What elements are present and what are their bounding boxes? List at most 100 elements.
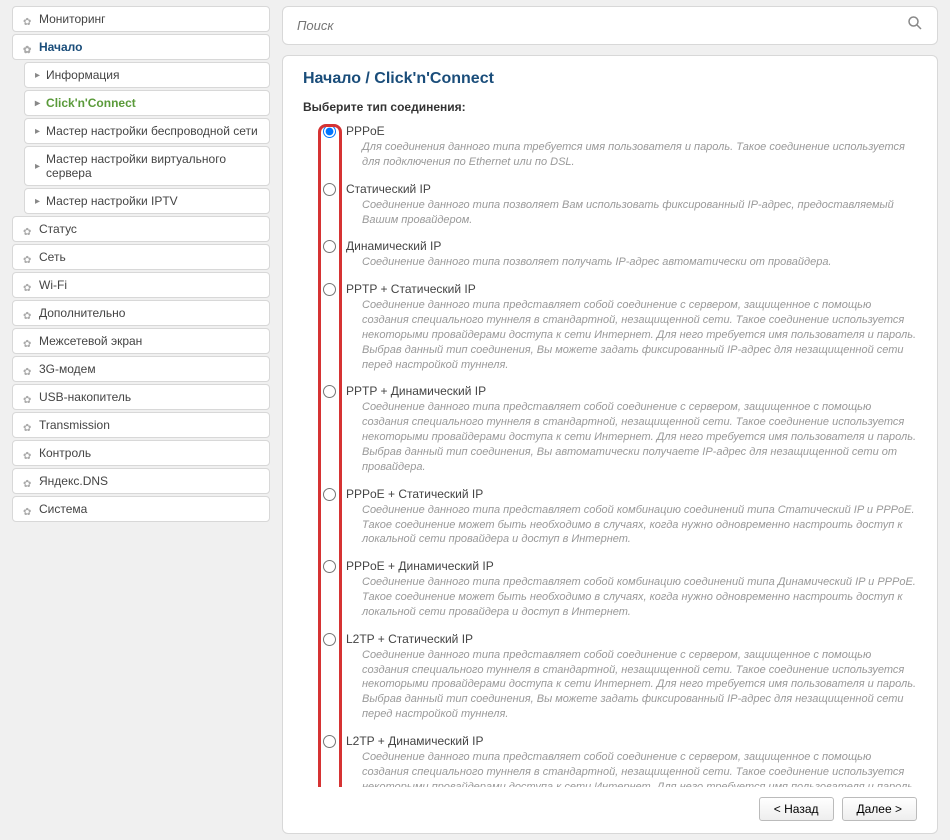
connection-radio[interactable] bbox=[323, 735, 336, 748]
sidebar-item-label: Контроль bbox=[39, 446, 91, 460]
option-description: Для соединения данного типа требуется им… bbox=[362, 140, 917, 170]
sidebar-item-4[interactable]: ▸ Мастер настройки беспроводной сети bbox=[24, 118, 270, 144]
sidebar-item-label: 3G-модем bbox=[39, 362, 96, 376]
connection-option: PPTP + Динамический IP Соединение данного… bbox=[303, 384, 917, 480]
sidebar-item-label: Мониторинг bbox=[39, 12, 106, 26]
content-panel: Начало / Click'n'Connect Выберите тип со… bbox=[282, 55, 938, 834]
sidebar-item-8[interactable]: Сеть bbox=[12, 244, 270, 270]
sidebar-item-10[interactable]: Дополнительно bbox=[12, 300, 270, 326]
connection-option: L2TP + Статический IP Соединение данного … bbox=[303, 632, 917, 728]
sidebar-item-17[interactable]: Система bbox=[12, 496, 270, 522]
sidebar-item-label: Межсетевой экран bbox=[39, 334, 142, 348]
sidebar-item-label: Мастер настройки беспроводной сети bbox=[46, 124, 258, 138]
connection-options: PPPoE Для соединения данного типа требует… bbox=[303, 124, 917, 787]
sidebar-item-label: Сеть bbox=[39, 250, 66, 264]
connection-option: PPPoE + Статический IP Соединение данного… bbox=[303, 487, 917, 554]
option-title: L2TP + Статический IP bbox=[346, 632, 917, 646]
next-button[interactable]: Далее > bbox=[842, 797, 918, 821]
connection-type-prompt: Выберите тип соединения: bbox=[303, 100, 917, 114]
gear-icon bbox=[23, 336, 33, 346]
search-icon[interactable] bbox=[907, 15, 923, 36]
sidebar-item-label: Система bbox=[39, 502, 87, 516]
option-description: Соединение данного типа представляет соб… bbox=[362, 400, 917, 474]
gear-icon bbox=[23, 504, 33, 514]
gear-icon bbox=[23, 392, 33, 402]
option-title: PPPoE bbox=[346, 124, 917, 138]
sidebar-item-7[interactable]: Статус bbox=[12, 216, 270, 242]
sidebar-item-11[interactable]: Межсетевой экран bbox=[12, 328, 270, 354]
gear-icon bbox=[23, 364, 33, 374]
option-title: PPPoE + Статический IP bbox=[346, 487, 917, 501]
connection-radio[interactable] bbox=[323, 633, 336, 646]
arrow-right-icon: ▸ bbox=[35, 70, 40, 81]
connection-radio[interactable] bbox=[323, 560, 336, 573]
connection-option: PPPoE + Динамический IP Соединение данног… bbox=[303, 559, 917, 626]
connection-option: Статический IP Соединение данного типа по… bbox=[303, 182, 917, 234]
option-title: Статический IP bbox=[346, 182, 917, 196]
sidebar-item-label: Мастер настройки IPTV bbox=[46, 194, 178, 208]
search-bar bbox=[282, 6, 938, 45]
sidebar-item-3[interactable]: ▸ Click'n'Connect bbox=[24, 90, 270, 116]
option-title: PPTP + Статический IP bbox=[346, 282, 917, 296]
arrow-right-icon: ▸ bbox=[35, 98, 40, 109]
option-description: Соединение данного типа позволяет Вам ис… bbox=[362, 198, 917, 228]
sidebar-item-label: Дополнительно bbox=[39, 306, 125, 320]
arrow-right-icon: ▸ bbox=[35, 161, 40, 172]
connection-option: PPPoE Для соединения данного типа требует… bbox=[303, 124, 917, 176]
sidebar-item-12[interactable]: 3G-модем bbox=[12, 356, 270, 382]
sidebar-item-13[interactable]: USB-накопитель bbox=[12, 384, 270, 410]
connection-radio[interactable] bbox=[323, 183, 336, 196]
sidebar-item-label: Информация bbox=[46, 68, 119, 82]
connection-radio[interactable] bbox=[323, 488, 336, 501]
sidebar-item-16[interactable]: Яндекс.DNS bbox=[12, 468, 270, 494]
connection-option: L2TP + Динамический IP Соединение данного… bbox=[303, 734, 917, 787]
sidebar-item-label: Transmission bbox=[39, 418, 110, 432]
option-description: Соединение данного типа представляет соб… bbox=[362, 503, 917, 548]
footer-buttons: < Назад Далее > bbox=[303, 797, 917, 821]
gear-icon bbox=[23, 476, 33, 486]
breadcrumb: Начало / Click'n'Connect bbox=[303, 70, 917, 88]
option-description: Соединение данного типа представляет соб… bbox=[362, 575, 917, 620]
sidebar-item-6[interactable]: ▸ Мастер настройки IPTV bbox=[24, 188, 270, 214]
connection-radio[interactable] bbox=[323, 283, 336, 296]
option-title: L2TP + Динамический IP bbox=[346, 734, 917, 748]
sidebar-item-2[interactable]: ▸ Информация bbox=[24, 62, 270, 88]
option-description: Соединение данного типа представляет соб… bbox=[362, 648, 917, 722]
connection-option: PPTP + Статический IP Соединение данного … bbox=[303, 282, 917, 378]
gear-icon bbox=[23, 448, 33, 458]
connection-radio[interactable] bbox=[323, 385, 336, 398]
sidebar-item-label: Статус bbox=[39, 222, 77, 236]
search-input[interactable] bbox=[297, 18, 907, 33]
option-title: Динамический IP bbox=[346, 239, 917, 253]
gear-icon bbox=[23, 224, 33, 234]
sidebar-item-5[interactable]: ▸ Мастер настройки виртуального сервера bbox=[24, 146, 270, 186]
sidebar-item-label: Начало bbox=[39, 40, 82, 54]
sidebar-item-15[interactable]: Контроль bbox=[12, 440, 270, 466]
connection-option: Динамический IPСоединение данного типа п… bbox=[303, 239, 917, 276]
option-title: PPTP + Динамический IP bbox=[346, 384, 917, 398]
gear-icon bbox=[23, 308, 33, 318]
sidebar-item-label: Click'n'Connect bbox=[46, 96, 136, 110]
option-description: Соединение данного типа представляет соб… bbox=[362, 750, 917, 787]
option-title: PPPoE + Динамический IP bbox=[346, 559, 917, 573]
sidebar-item-1[interactable]: Начало bbox=[12, 34, 270, 60]
gear-icon bbox=[23, 420, 33, 430]
sidebar-item-0[interactable]: Мониторинг bbox=[12, 6, 270, 32]
arrow-right-icon: ▸ bbox=[35, 196, 40, 207]
connection-radio[interactable] bbox=[323, 125, 336, 138]
connection-radio[interactable] bbox=[323, 240, 336, 253]
gear-icon bbox=[23, 42, 33, 52]
arrow-right-icon: ▸ bbox=[35, 126, 40, 137]
gear-icon bbox=[23, 280, 33, 290]
option-description: Соединение данного типа представляет соб… bbox=[362, 298, 917, 372]
gear-icon bbox=[23, 14, 33, 24]
sidebar-item-label: Мастер настройки виртуального сервера bbox=[46, 152, 259, 180]
back-button[interactable]: < Назад bbox=[759, 797, 834, 821]
sidebar-item-label: Wi-Fi bbox=[39, 278, 67, 292]
main-area: Начало / Click'n'Connect Выберите тип со… bbox=[282, 6, 938, 834]
sidebar-item-9[interactable]: Wi-Fi bbox=[12, 272, 270, 298]
sidebar-item-14[interactable]: Transmission bbox=[12, 412, 270, 438]
sidebar-item-label: USB-накопитель bbox=[39, 390, 131, 404]
gear-icon bbox=[23, 252, 33, 262]
sidebar-item-label: Яндекс.DNS bbox=[39, 474, 108, 488]
